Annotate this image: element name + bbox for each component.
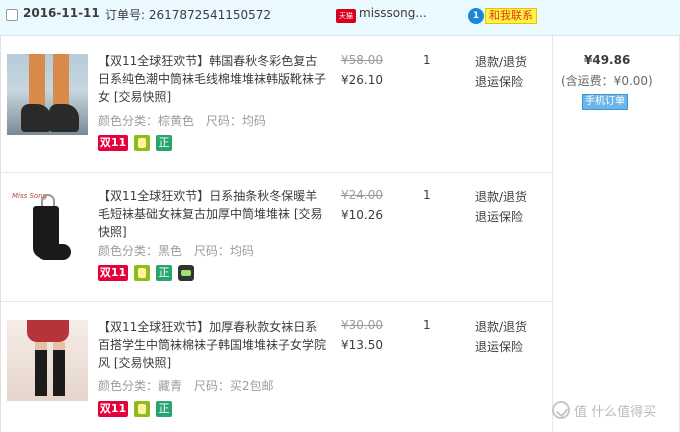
return-insurance-link[interactable]: 退运保险 — [475, 338, 523, 355]
product-tags: 双11 正 — [98, 265, 194, 281]
attr-size: 尺码：均码 — [193, 244, 254, 258]
attr-color: 颜色分类：棕黄色 — [98, 114, 195, 128]
unit-price: ¥13.50 — [341, 338, 383, 352]
attr-color: 颜色分类：藏青 — [98, 379, 183, 393]
product-title-link[interactable]: 【双11全球狂欢节】日系抽条秋冬保暖羊毛短袜基础女袜复古加厚中筒堆堆袜 [交易快… — [98, 187, 328, 241]
order-header: 2016-11-11 订单号: 2617872541150572 天猫 miss… — [0, 0, 680, 36]
watermark-text: 值 什么值得买 — [574, 404, 657, 420]
return-insurance-link[interactable]: 退运保险 — [475, 73, 523, 90]
shop-name-link[interactable]: misssong... — [359, 6, 427, 20]
tmall-badge-icon: 天猫 — [336, 9, 356, 23]
double11-tag-icon: 双11 — [98, 265, 128, 281]
row-divider — [0, 172, 552, 173]
chat-bubble-icon[interactable]: 1 — [468, 8, 484, 24]
guarantee-icon — [134, 265, 150, 281]
product-thumbnail[interactable]: Miss Song — [7, 184, 88, 265]
original-price: ¥24.00 — [341, 188, 383, 202]
product-tags: 双11 正 — [98, 135, 172, 151]
quantity: 1 — [423, 53, 431, 67]
product-attributes: 颜色分类：藏青 尺码：买2包邮 — [98, 377, 281, 394]
order-total: ¥49.86 — [584, 53, 631, 67]
attr-size: 尺码：均码 — [205, 114, 266, 128]
original-price: ¥30.00 — [341, 318, 383, 332]
return-insurance-link[interactable]: 退运保险 — [475, 208, 523, 225]
refund-link[interactable]: 退款/退货 — [475, 188, 527, 205]
refund-link[interactable]: 退款/退货 — [475, 318, 527, 335]
tmall-cat-icon — [178, 265, 194, 281]
product-thumbnail[interactable] — [7, 320, 88, 401]
product-title-link[interactable]: 【双11全球狂欢节】韩国春秋冬彩色复古日系纯色潮中筒袜毛线棉堆堆袜韩版靴袜子女 … — [98, 52, 328, 106]
order-select-checkbox[interactable] — [6, 9, 18, 21]
authentic-icon: 正 — [156, 135, 172, 151]
unit-price: ¥10.26 — [341, 208, 383, 222]
unit-price: ¥26.10 — [341, 73, 383, 87]
product-title-link[interactable]: 【双11全球狂欢节】加厚春秋款女袜日系百搭学生中筒袜棉袜子韩国堆堆袜子女学院风 … — [98, 318, 328, 372]
order-number-value: 2617872541150572 — [148, 8, 272, 22]
total-column-divider — [552, 36, 553, 432]
table-left-border — [0, 36, 1, 432]
product-thumbnail[interactable] — [7, 54, 88, 135]
original-price: ¥58.00 — [341, 53, 383, 67]
guarantee-icon — [134, 135, 150, 151]
order-postage: (含运费：¥0.00) — [561, 74, 653, 88]
contact-seller-button[interactable]: 和我联系 — [485, 8, 537, 24]
quantity: 1 — [423, 188, 431, 202]
site-watermark: 值 什么值得买 — [552, 398, 676, 422]
attr-size: 尺码：买2包邮 — [193, 379, 274, 393]
authentic-icon: 正 — [156, 401, 172, 417]
order-date: 2016-11-11 — [23, 6, 100, 20]
quantity: 1 — [423, 318, 431, 332]
double11-tag-icon: 双11 — [98, 135, 128, 151]
mobile-order-badge[interactable]: 手机订单 — [582, 94, 628, 110]
order-number-label: 订单号: — [105, 8, 146, 22]
row-divider — [0, 301, 552, 302]
product-attributes: 颜色分类：棕黄色 尺码：均码 — [98, 112, 274, 129]
double11-tag-icon: 双11 — [98, 401, 128, 417]
product-attributes: 颜色分类：黑色 尺码：均码 — [98, 242, 262, 259]
attr-color: 颜色分类：黑色 — [98, 244, 183, 258]
order-number: 订单号: 2617872541150572 — [105, 6, 271, 23]
product-tags: 双11 正 — [98, 401, 172, 417]
refund-link[interactable]: 退款/退货 — [475, 53, 527, 70]
guarantee-icon — [134, 401, 150, 417]
authentic-icon: 正 — [156, 265, 172, 281]
smzdm-logo-icon — [552, 401, 570, 419]
